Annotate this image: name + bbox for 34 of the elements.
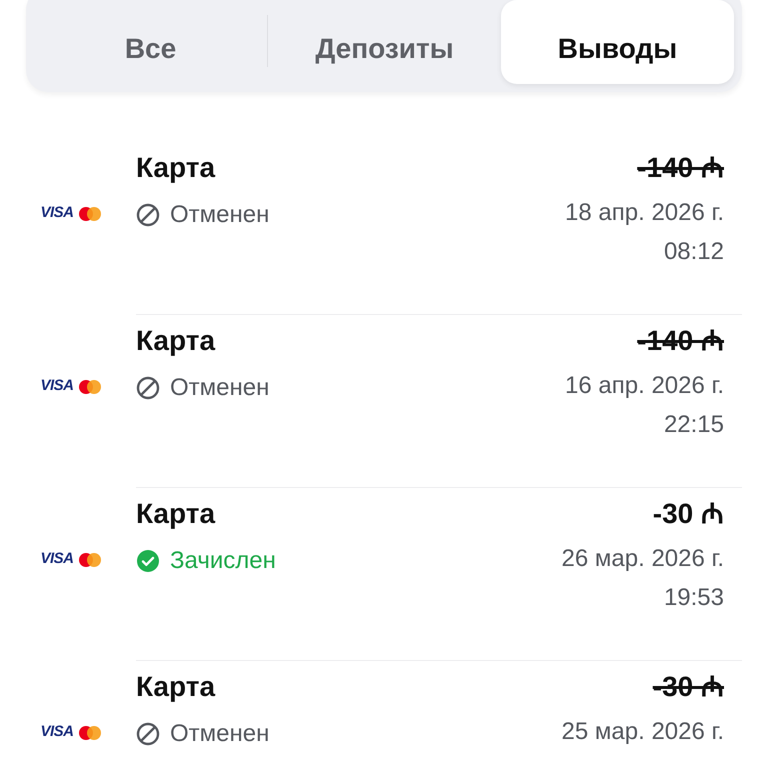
mastercard-icon — [78, 378, 102, 394]
amount: -30 ₼ — [652, 670, 724, 704]
tab[interactable]: Выводы — [501, 0, 734, 84]
check-circle-icon — [136, 549, 160, 573]
status-label: Отменен — [170, 719, 270, 749]
mastercard-icon — [78, 206, 102, 222]
amount: -140 ₼ — [637, 324, 724, 358]
status-label: Отменен — [170, 200, 270, 230]
cancel-icon — [136, 203, 160, 227]
transaction-date: 16 апр. 2026 г. — [565, 371, 724, 401]
transaction-date: 26 мар. 2026 г. — [562, 544, 724, 574]
tab[interactable]: Все — [34, 0, 267, 84]
mastercard-icon — [78, 552, 102, 568]
transaction-time: 08:12 — [664, 237, 724, 267]
status-label: Отменен — [170, 373, 270, 403]
amount: -30 ₼ — [652, 497, 724, 531]
payment-method: Карта — [136, 151, 216, 185]
payment-method: Карта — [136, 497, 216, 531]
transaction-date: 18 апр. 2026 г. — [565, 198, 724, 228]
cancel-icon — [136, 722, 160, 746]
card-brand-logo: VISA — [40, 549, 74, 570]
mastercard-icon — [78, 724, 102, 740]
card-brand-logo: VISA — [40, 376, 74, 396]
transaction-time: 19:53 — [664, 583, 724, 613]
payment-method: Карта — [136, 324, 216, 358]
amount: -140 ₼ — [637, 151, 724, 185]
payment-method: Карта — [136, 670, 216, 704]
status-label: Зачислен — [170, 546, 276, 576]
tab[interactable]: Депозиты — [268, 0, 501, 84]
cancel-icon — [136, 376, 160, 400]
transaction-time: 22:15 — [664, 410, 724, 440]
card-brand-logo: VISA — [40, 722, 74, 742]
card-brand-logo: VISA — [40, 203, 74, 224]
transaction-date: 25 мар. 2026 г. — [562, 717, 724, 747]
